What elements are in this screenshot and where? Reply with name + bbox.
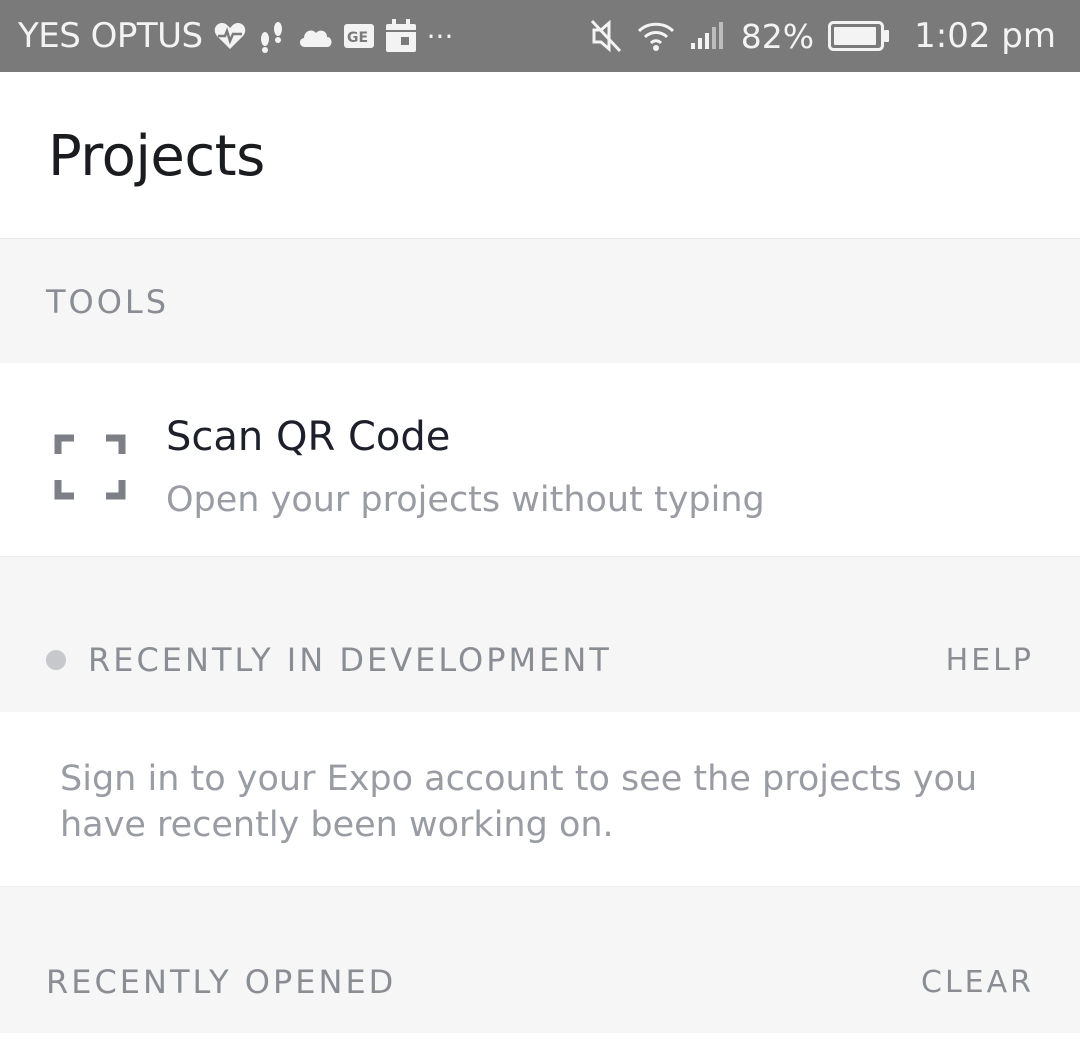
ge-label: GE bbox=[347, 30, 368, 46]
recent-opened-section-label: RECENTLY OPENED bbox=[46, 963, 397, 1001]
tools-section-header: TOOLS bbox=[0, 240, 1080, 363]
help-button[interactable]: HELP bbox=[946, 643, 1034, 678]
calendar-icon bbox=[385, 19, 417, 53]
battery-percent: 82% bbox=[740, 16, 815, 56]
scan-qr-code-subtitle: Open your projects without typing bbox=[166, 480, 765, 520]
page-title: Projects bbox=[48, 124, 265, 189]
signin-message: Sign in to your Expo account to see the … bbox=[60, 759, 978, 845]
wifi-icon bbox=[637, 20, 675, 52]
recent-dev-section-label: RECENTLY IN DEVELOPMENT bbox=[88, 641, 612, 679]
app-header: Projects bbox=[0, 72, 1080, 239]
more-icon: ··· bbox=[426, 19, 454, 53]
recent-dev-section-header: RECENTLY IN DEVELOPMENT HELP bbox=[0, 608, 1080, 712]
scan-qr-code-title: Scan QR Code bbox=[166, 414, 451, 460]
status-bar-left: YES OPTUS GE ··· bbox=[18, 16, 453, 56]
footsteps-icon bbox=[257, 19, 287, 53]
cloud-icon bbox=[297, 23, 333, 49]
ge-card-icon: GE bbox=[343, 23, 375, 49]
heart-icon bbox=[213, 21, 247, 51]
battery-icon bbox=[828, 21, 890, 51]
status-bar: YES OPTUS GE ··· 82% 1:02 pm bbox=[0, 0, 1080, 72]
qr-scan-icon bbox=[54, 434, 126, 504]
mute-icon bbox=[589, 18, 623, 54]
recent-opened-section-header: RECENTLY OPENED CLEAR bbox=[0, 932, 1080, 1032]
signal-icon bbox=[689, 21, 727, 51]
carrier-name: YES OPTUS bbox=[18, 16, 203, 56]
status-bar-right: 82% 1:02 pm bbox=[589, 16, 1056, 56]
tools-section-label: TOOLS bbox=[46, 282, 170, 321]
recent-opened-list bbox=[0, 1033, 1080, 1053]
clock: 1:02 pm bbox=[914, 16, 1056, 56]
status-dot-icon bbox=[46, 650, 66, 670]
scan-qr-code-row[interactable] bbox=[0, 363, 1080, 557]
clear-button[interactable]: CLEAR bbox=[921, 965, 1034, 1000]
